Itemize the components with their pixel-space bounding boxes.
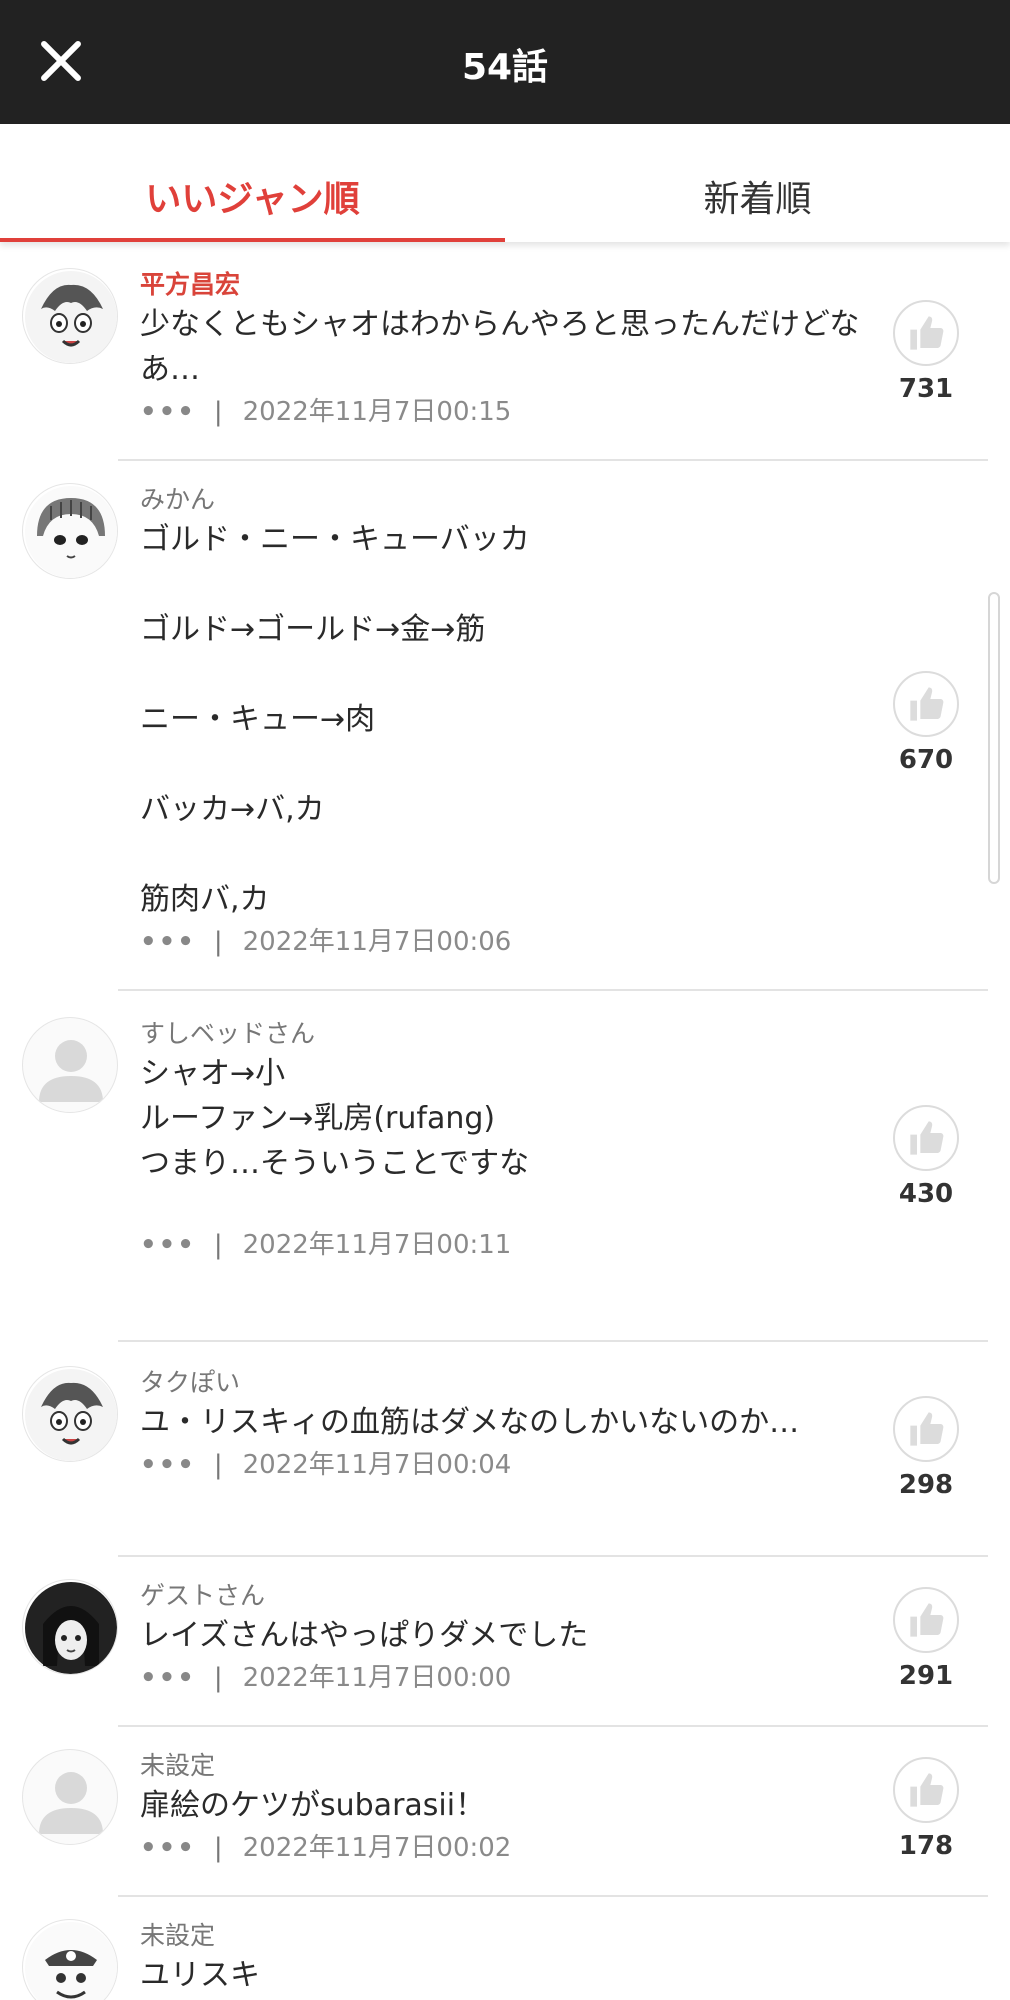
like-area: 731 bbox=[884, 300, 968, 404]
like-count: 291 bbox=[898, 1661, 954, 1691]
avatar[interactable] bbox=[22, 1749, 118, 1845]
meta-separator: | bbox=[213, 1450, 223, 1480]
comment-author[interactable]: 未設定 bbox=[140, 1919, 870, 1953]
more-icon[interactable]: ••• bbox=[140, 1447, 196, 1483]
more-icon[interactable]: ••• bbox=[140, 1830, 196, 1866]
avatar[interactable] bbox=[22, 1366, 118, 1462]
thumbs-up-icon[interactable] bbox=[893, 1587, 959, 1653]
comment-item: 平方昌宏 少なくともシャオはわからんやろと思ったんだけどなあ… ••• | 2022… bbox=[0, 242, 1010, 461]
avatar[interactable] bbox=[22, 1017, 118, 1113]
comment-meta: ••• | 2022年11月7日00:11 bbox=[140, 1227, 870, 1263]
meta-separator: | bbox=[213, 1833, 223, 1863]
more-icon[interactable]: ••• bbox=[140, 394, 196, 430]
thumbs-up-icon[interactable] bbox=[893, 671, 959, 737]
meta-separator: | bbox=[213, 1230, 223, 1260]
thumbs-up-icon[interactable] bbox=[893, 300, 959, 366]
avatar[interactable] bbox=[22, 268, 118, 364]
scrollbar[interactable] bbox=[988, 592, 1000, 884]
comment-meta: ••• | 2022年11月7日00:15 bbox=[140, 394, 870, 430]
thumbs-up-icon[interactable] bbox=[893, 1105, 959, 1171]
comment-meta: ••• | 2022年11月7日00:02 bbox=[140, 1830, 870, 1866]
like-area: 178 bbox=[884, 1757, 968, 1861]
tab-likes[interactable]: いいジャン順 bbox=[0, 124, 505, 242]
comment-text: ユリスキ bbox=[140, 1958, 260, 1993]
comment-author[interactable]: ゲストさん bbox=[140, 1579, 870, 1613]
more-icon[interactable]: ••• bbox=[140, 924, 196, 960]
comment-item: タクぽい ユ・リスキィの血筋はダメなのしかいないのか… ••• | 2022年11月… bbox=[0, 1342, 1010, 1557]
more-icon[interactable]: ••• bbox=[140, 1660, 196, 1696]
comment-item: みかん ゴルド・ニー・キューバッカ ゴルド→ゴールド→金→筋 ニー・キュー→肉 … bbox=[0, 461, 1010, 991]
tab-newest[interactable]: 新着順 bbox=[505, 124, 1010, 242]
comment-item: 未設定 扉絵のケツがsubarasii！ ••• | 2022年11月7日00:02… bbox=[0, 1727, 1010, 1897]
meta-separator: | bbox=[213, 397, 223, 427]
like-count: 430 bbox=[898, 1179, 954, 1209]
comment-item: ゲストさん レイズさんはやっぱりダメでした ••• | 2022年11月7日00:0… bbox=[0, 1557, 1010, 1727]
comment-date: 2022年11月7日00:00 bbox=[242, 1663, 512, 1693]
like-area: 291 bbox=[884, 1587, 968, 1691]
comment-author[interactable]: すしベッドさん bbox=[140, 1017, 870, 1051]
avatar[interactable] bbox=[22, 1919, 118, 2000]
avatar[interactable] bbox=[22, 1579, 118, 1675]
comment-item: 未設定 ユリスキ bbox=[0, 1897, 1010, 2000]
like-count: 731 bbox=[898, 374, 954, 404]
meta-separator: | bbox=[213, 927, 223, 957]
comment-author[interactable]: 平方昌宏 bbox=[140, 268, 870, 302]
sort-tabs: いいジャン順 新着順 bbox=[0, 124, 1010, 242]
like-area: 430 bbox=[884, 1105, 968, 1209]
comment-author[interactable]: タクぽい bbox=[140, 1366, 870, 1400]
like-area: 298 bbox=[884, 1396, 968, 1500]
comment-date: 2022年11月7日00:02 bbox=[242, 1833, 512, 1863]
avatar[interactable] bbox=[22, 483, 118, 579]
comment-text: ゴルド・ニー・キューバッカ ゴルド→ゴールド→金→筋 ニー・キュー→肉 バッカ→… bbox=[140, 522, 530, 917]
comment-date: 2022年11月7日00:04 bbox=[242, 1450, 512, 1480]
comment-meta: ••• | 2022年11月7日00:00 bbox=[140, 1660, 870, 1696]
comment-text: レイズさんはやっぱりダメでした bbox=[140, 1618, 589, 1653]
comment-text: 扉絵のケツがsubarasii！ bbox=[140, 1788, 486, 1823]
comment-item: すしベッドさん シャオ→小 ルーファン→乳房(rufang) つまり…そういうこ… bbox=[0, 991, 1010, 1342]
comment-date: 2022年11月7日00:15 bbox=[242, 397, 512, 427]
like-count: 298 bbox=[898, 1470, 954, 1500]
comment-author[interactable]: 未設定 bbox=[140, 1749, 870, 1783]
more-icon[interactable]: ••• bbox=[140, 1227, 196, 1263]
thumbs-up-icon[interactable] bbox=[893, 1757, 959, 1823]
comment-date: 2022年11月7日00:11 bbox=[242, 1230, 512, 1260]
thumbs-up-icon[interactable] bbox=[893, 1396, 959, 1462]
like-area: 670 bbox=[884, 671, 968, 775]
app-header: 54話 bbox=[0, 0, 1010, 124]
comment-author[interactable]: みかん bbox=[140, 483, 870, 517]
meta-separator: | bbox=[213, 1663, 223, 1693]
like-count: 178 bbox=[898, 1831, 954, 1861]
page-title: 54話 bbox=[461, 47, 549, 88]
comment-text: 少なくともシャオはわからんやろと思ったんだけどなあ… bbox=[140, 307, 860, 387]
comment-text: ユ・リスキィの血筋はダメなのしかいないのか… bbox=[140, 1405, 800, 1440]
comment-date: 2022年11月7日00:06 bbox=[242, 927, 512, 957]
comment-text: シャオ→小 ルーファン→乳房(rufang) つまり…そういうことですな bbox=[140, 1056, 530, 1181]
comment-list[interactable]: 平方昌宏 少なくともシャオはわからんやろと思ったんだけどなあ… ••• | 2022… bbox=[0, 242, 1010, 2000]
comment-meta: ••• | 2022年11月7日00:04 bbox=[140, 1447, 870, 1483]
like-count: 670 bbox=[898, 745, 954, 775]
comment-meta: ••• | 2022年11月7日00:06 bbox=[140, 924, 870, 960]
